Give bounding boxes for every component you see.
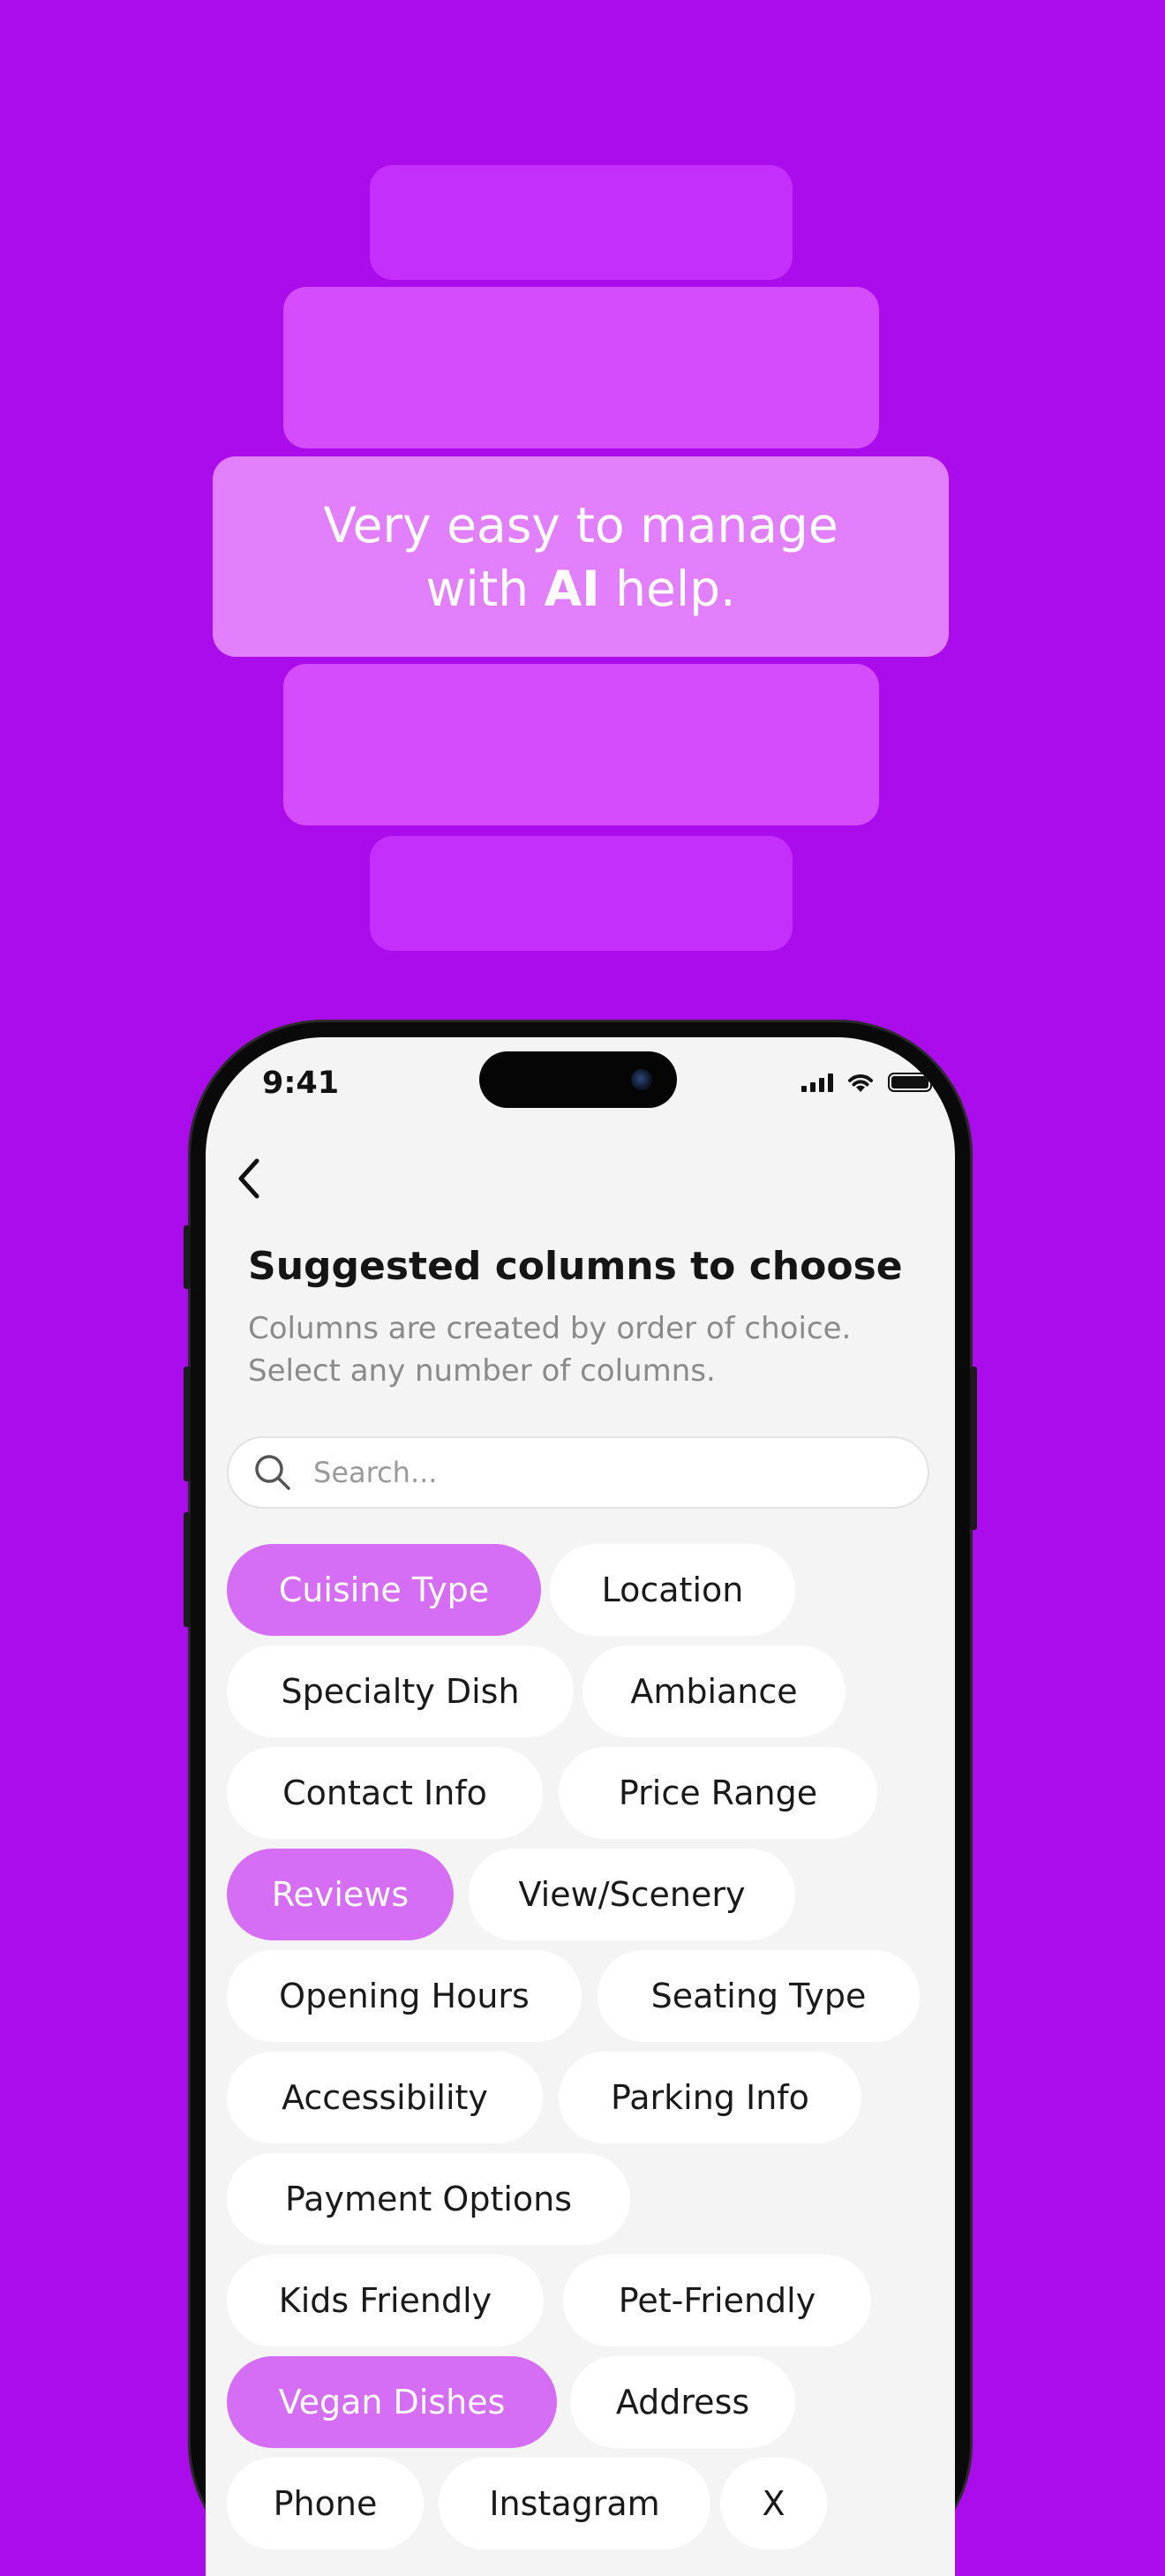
hero-card: Very easy to manage with AI help. — [213, 456, 949, 657]
battery-icon — [888, 1073, 936, 1092]
chip-location[interactable]: Location — [550, 1544, 795, 1636]
chip-contact-info[interactable]: Contact Info — [227, 1747, 543, 1839]
chip-row: Kids Friendly Pet-Friendly — [206, 2255, 955, 2346]
chip-specialty-dish[interactable]: Specialty Dish — [227, 1646, 574, 1737]
chip-ambiance[interactable]: Ambiance — [582, 1646, 846, 1737]
chip-instagram[interactable]: Instagram — [439, 2458, 710, 2550]
phone-mockup: 9:41 Suggested columns to choose Columns… — [184, 1022, 977, 2576]
hero-stack: Very easy to manage with AI help. — [0, 0, 1165, 971]
chevron-left-icon — [238, 1158, 259, 1199]
chip-row: Contact Info Price Range — [206, 1747, 955, 1839]
chip-x[interactable]: X — [720, 2458, 827, 2550]
hero-ai-highlight: AI — [544, 560, 600, 617]
chip-reviews[interactable]: Reviews — [227, 1849, 454, 1940]
chip-kids-friendly[interactable]: Kids Friendly — [227, 2255, 544, 2346]
chip-price-range[interactable]: Price Range — [559, 1747, 877, 1839]
chip-row: Opening Hours Seating Type — [206, 1950, 955, 2042]
status-time: 9:41 — [262, 1066, 340, 1101]
chip-row: Specialty Dish Ambiance — [206, 1646, 955, 1737]
chip-view-scenery[interactable]: View/Scenery — [469, 1849, 795, 1940]
stack-card-bottom-small — [370, 836, 793, 951]
chip-row: Cuisine Type Location — [206, 1544, 955, 1636]
hero-line-1: Very easy to manage — [323, 496, 838, 554]
stack-card-top-small — [370, 165, 793, 280]
hero-line-2: with AI help. — [425, 560, 736, 617]
chip-cuisine-type[interactable]: Cuisine Type — [227, 1544, 541, 1636]
chip-row: Payment Options — [206, 2153, 955, 2245]
chip-accessibility[interactable]: Accessibility — [227, 2052, 543, 2143]
status-icons — [801, 1071, 936, 1094]
chip-payment-options[interactable]: Payment Options — [227, 2153, 630, 2245]
subtitle-line-2: Select any number of columns. — [248, 1353, 716, 1389]
phone-action-button — [184, 1225, 191, 1289]
search-input[interactable] — [312, 1455, 845, 1490]
chip-address[interactable]: Address — [570, 2356, 795, 2448]
search-icon — [255, 1455, 290, 1490]
page-subtitle: Columns are created by order of choice. … — [248, 1307, 851, 1392]
chip-row: Vegan Dishes Address — [206, 2356, 955, 2448]
stack-card-bottom — [283, 664, 879, 825]
stack-card-top — [283, 287, 879, 448]
front-camera — [631, 1069, 652, 1090]
chip-phone[interactable]: Phone — [227, 2458, 424, 2550]
phone-side-button — [970, 1367, 977, 1530]
chip-row: Reviews View/Scenery — [206, 1849, 955, 1940]
dynamic-island — [479, 1051, 677, 1108]
chip-opening-hours[interactable]: Opening Hours — [227, 1950, 582, 2042]
chip-pet-friendly[interactable]: Pet-Friendly — [563, 2255, 871, 2346]
wifi-icon — [848, 1074, 873, 1092]
chip-parking-info[interactable]: Parking Info — [559, 2052, 861, 2143]
cellular-signal-icon — [801, 1073, 833, 1092]
back-button[interactable] — [230, 1152, 269, 1205]
chip-row: Accessibility Parking Info — [206, 2052, 955, 2143]
page-title: Suggested columns to choose — [248, 1244, 903, 1289]
chip-row: Phone Instagram X — [206, 2458, 955, 2550]
phone-volume-down-button — [184, 1512, 191, 1627]
app-screen: 9:41 Suggested columns to choose Columns… — [206, 1037, 955, 2576]
subtitle-line-1: Columns are created by order of choice. — [248, 1311, 852, 1346]
hero-headline: Very easy to manage with AI help. — [323, 493, 838, 621]
chip-vegan-dishes[interactable]: Vegan Dishes — [227, 2356, 557, 2448]
search-bar[interactable] — [227, 1436, 929, 1509]
phone-volume-up-button — [184, 1367, 191, 1481]
chip-seating-type[interactable]: Seating Type — [598, 1950, 920, 2042]
